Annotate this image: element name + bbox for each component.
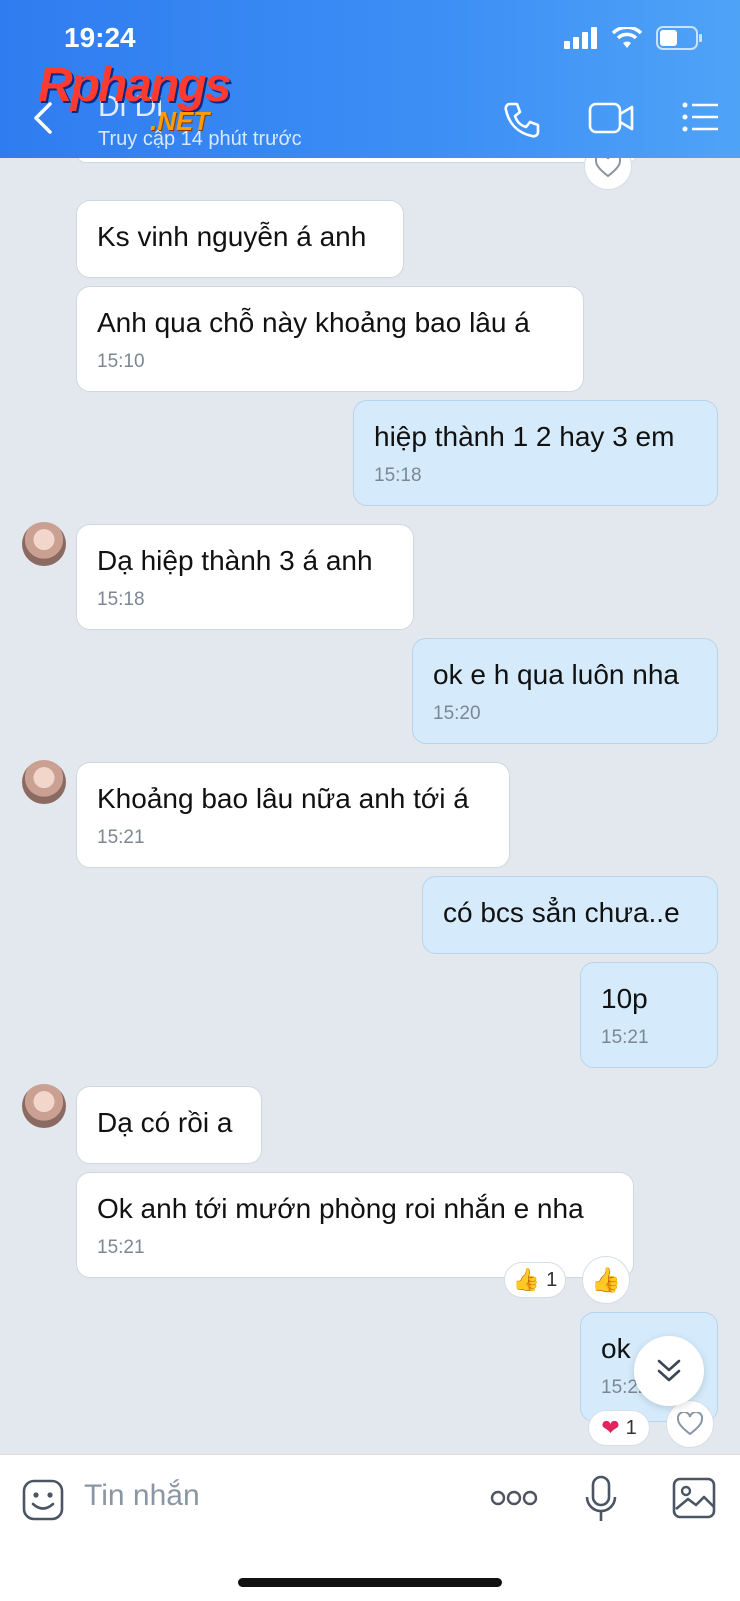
phone-call-icon[interactable] [502, 100, 542, 140]
message-text: 10p [601, 983, 648, 1014]
watermark-logo: Rphangs [38, 59, 231, 112]
message-time: 15:21 [97, 827, 145, 848]
message-text: Ok anh tới mướn phòng roi nhắn e nha [97, 1193, 584, 1224]
microphone-icon[interactable] [584, 1475, 618, 1523]
heart-outline-icon [677, 1412, 703, 1436]
home-indicator[interactable] [238, 1578, 502, 1587]
message-bubble[interactable]: ok e h qua luôn nha 15:20 [412, 638, 718, 744]
message-bubble[interactable]: có bcs sẳn chưa..e [422, 876, 718, 954]
message-text: Dạ hiệp thành 3 á anh [97, 545, 373, 576]
message-time: 15:18 [374, 465, 422, 486]
message-text: Anh qua chỗ này khoảng bao lâu á [97, 307, 530, 338]
message-input[interactable]: Tin nhắn [84, 1479, 200, 1513]
message-text: hiệp thành 1 2 hay 3 em [374, 421, 675, 452]
battery-icon [656, 26, 702, 50]
message-time: 15:21 [97, 1237, 145, 1258]
reaction-summary[interactable]: 👍 1 [504, 1262, 566, 1298]
message-text: Ks vinh nguyễn á anh [97, 221, 367, 252]
message-bubble[interactable]: Dạ hiệp thành 3 á anh 15:18 [76, 524, 414, 630]
react-heart-button[interactable] [666, 1400, 714, 1448]
heart-outline-icon [595, 158, 621, 178]
message-text: Khoảng bao lâu nữa anh tới á [97, 783, 469, 814]
heart-icon: ❤ [601, 1415, 620, 1440]
contact-avatar[interactable] [22, 760, 66, 804]
message-text: ok e h qua luôn nha [433, 659, 679, 690]
watermark-logo-suffix: .NET [150, 106, 210, 136]
message-list[interactable]: Ks vinh nguyễn á anh Anh qua chỗ này kho… [0, 158, 740, 1454]
message-time: 15:21 [601, 1027, 649, 1048]
reaction-summary[interactable]: ❤ 1 [588, 1410, 650, 1446]
contact-avatar[interactable] [22, 522, 66, 566]
contact-avatar[interactable] [22, 1084, 66, 1128]
menu-list-icon[interactable] [682, 100, 720, 134]
message-bubble[interactable]: Khoảng bao lâu nữa anh tới á 15:21 [76, 762, 510, 868]
image-gallery-icon[interactable] [672, 1477, 716, 1519]
scroll-to-bottom-button[interactable] [634, 1336, 704, 1406]
status-icons [564, 26, 704, 50]
partial-message-edge [76, 158, 638, 163]
chat-header: 19:24 Di Di Truy cập 14 phút trước Rphan… [0, 0, 740, 158]
reaction-count: 1 [546, 1268, 558, 1291]
double-chevron-down-icon [657, 1359, 681, 1382]
message-bubble[interactable]: 10p 15:21 [580, 962, 718, 1068]
status-time: 19:24 [64, 22, 136, 53]
more-options-icon[interactable] [490, 1489, 538, 1507]
video-call-icon[interactable] [588, 100, 634, 136]
message-bubble[interactable]: Anh qua chỗ này khoảng bao lâu á 15:10 [76, 286, 584, 392]
wifi-icon [612, 27, 642, 48]
message-bubble[interactable]: Dạ có rồi a [76, 1086, 262, 1164]
message-bubble[interactable]: hiệp thành 1 2 hay 3 em 15:18 [353, 400, 718, 506]
message-time: 15:10 [97, 351, 145, 372]
message-text: có bcs sẳn chưa..e [443, 897, 680, 928]
thumbs-up-icon: 👍 [591, 1266, 621, 1294]
signal-icon [564, 27, 597, 49]
react-like-button[interactable]: 👍 [582, 1256, 630, 1304]
message-text: Dạ có rồi a [97, 1107, 233, 1138]
message-bubble[interactable]: Ks vinh nguyễn á anh [76, 200, 404, 278]
react-heart-button[interactable] [584, 158, 632, 190]
reaction-count: 1 [625, 1416, 637, 1439]
thumbs-up-icon: 👍 [512, 1267, 541, 1292]
sticker-icon[interactable] [22, 1479, 64, 1521]
message-time: 15:18 [97, 589, 145, 610]
message-time: 15:20 [433, 703, 481, 724]
